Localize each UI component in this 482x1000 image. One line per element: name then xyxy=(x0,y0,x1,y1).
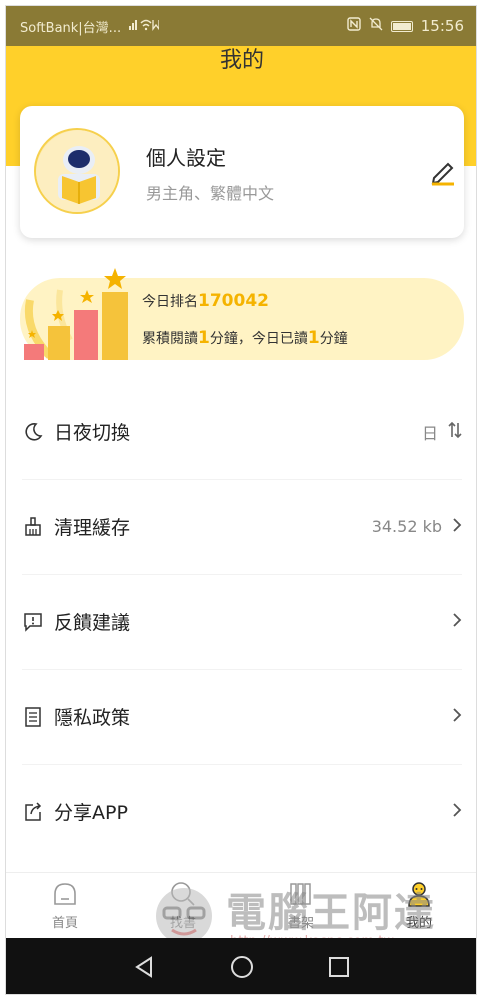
tab-mine[interactable]: 我的 xyxy=(360,873,476,938)
chevron-right-icon xyxy=(452,707,462,727)
reading-time-line: 累積閱讀1分鐘，今日已讀1分鐘 xyxy=(142,328,348,348)
total-minutes: 1 xyxy=(198,328,210,348)
battery-icon xyxy=(390,20,413,32)
bookshelf-icon xyxy=(287,880,315,908)
menu-item-clear-cache[interactable]: 清理緩存 34.52 kb xyxy=(6,479,476,574)
profile-subtitle: 男主角、繁體中文 xyxy=(146,184,275,203)
feedback-icon xyxy=(22,611,44,633)
tab-label: 找書 xyxy=(169,916,196,931)
rank-number: 170042 xyxy=(198,291,269,311)
menu-label: 日夜切換 xyxy=(54,422,131,444)
avatar[interactable] xyxy=(34,128,120,214)
home-icon xyxy=(51,880,79,908)
read-prefix: 累積閱讀 xyxy=(142,331,198,347)
system-nav-bar xyxy=(6,938,476,994)
broom-icon xyxy=(22,516,44,538)
profile-name: 個人設定 xyxy=(146,146,226,170)
menu-item-feedback[interactable]: 反饋建議 xyxy=(6,574,476,669)
tab-label: 首頁 xyxy=(51,916,78,931)
nfc-icon xyxy=(347,17,361,35)
recent-apps-icon[interactable] xyxy=(325,953,353,981)
cache-size-value: 34.52 kb xyxy=(371,517,442,536)
page-title: 我的 xyxy=(219,48,264,73)
rank-prefix: 今日排名 xyxy=(142,294,198,310)
menu-item-share-app[interactable]: 分享APP xyxy=(6,764,476,859)
bottom-tab-bar: 首頁 找書 書架 我的 xyxy=(6,872,476,938)
tab-label: 我的 xyxy=(405,916,432,931)
trophy-bars-icon xyxy=(20,260,130,364)
tab-home[interactable]: 首頁 xyxy=(6,873,124,938)
rank-line: 今日排名170042 xyxy=(142,291,269,311)
read-mid: 分鐘，今日已讀 xyxy=(209,331,308,347)
chevron-right-icon xyxy=(452,802,462,822)
tab-label: 書架 xyxy=(287,916,314,931)
tab-bookshelf[interactable]: 書架 xyxy=(242,873,360,938)
app-frame: SoftBank|台灣... 15:56 我的 個人設定 男主角、繁體中文 今日… xyxy=(5,5,477,995)
home-button-icon[interactable] xyxy=(228,953,256,981)
mute-icon xyxy=(369,17,383,35)
signal-icon xyxy=(129,17,160,35)
profile-card[interactable]: 個人設定 男主角、繁體中文 xyxy=(20,106,464,238)
menu-label: 隱私政策 xyxy=(54,707,131,729)
clock-label: 15:56 xyxy=(420,17,464,35)
search-icon xyxy=(169,880,197,908)
day-mode-value: 日 xyxy=(421,423,438,443)
today-minutes: 1 xyxy=(307,328,320,348)
chevron-right-icon xyxy=(452,612,462,632)
moon-icon xyxy=(22,421,44,443)
back-icon[interactable] xyxy=(131,953,159,981)
settings-menu: 日夜切換 日 清理緩存 34.52 kb 反饋建議 隱私政策 分享APP xyxy=(6,384,476,859)
menu-item-day-night[interactable]: 日夜切換 日 xyxy=(6,384,476,479)
swap-icon xyxy=(448,421,462,443)
document-icon xyxy=(22,706,44,728)
status-bar: SoftBank|台灣... 15:56 xyxy=(6,6,476,46)
carrier-label: SoftBank|台灣... xyxy=(20,20,122,36)
chevron-right-icon xyxy=(452,517,462,537)
menu-label: 清理緩存 xyxy=(54,517,131,539)
menu-label: 分享APP xyxy=(54,802,128,824)
read-suffix: 分鐘 xyxy=(319,331,348,347)
profile-icon xyxy=(405,880,433,908)
menu-label: 反饋建議 xyxy=(54,612,131,634)
tab-find-books[interactable]: 找書 xyxy=(124,873,242,938)
share-icon xyxy=(22,801,44,823)
edit-icon[interactable] xyxy=(428,156,458,186)
menu-item-privacy[interactable]: 隱私政策 xyxy=(6,669,476,764)
